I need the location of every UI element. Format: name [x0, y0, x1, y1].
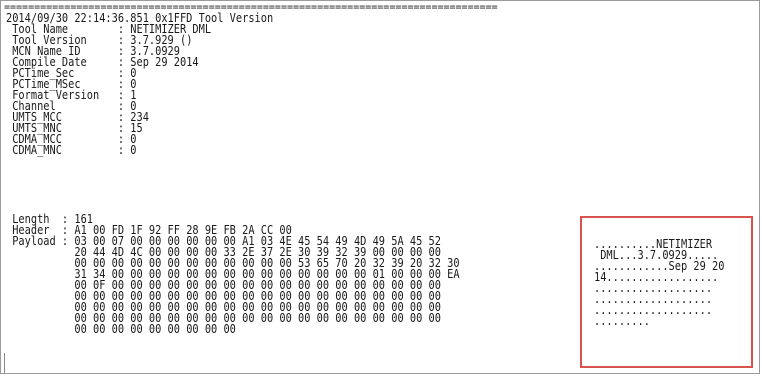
ascii-dump: ..........NETIMIZER DML...3.7.0929......… — [594, 238, 724, 328]
field-value: Sep 29 2014 — [130, 55, 199, 69]
field-label: CDMA_MNC — [6, 143, 118, 157]
log-window: ========================================… — [0, 0, 760, 374]
field-row: CDMA_MNC : 0 — [6, 143, 137, 157]
divider — [4, 353, 5, 373]
tool-version-fields: Tool Name : NETIMIZER DML Tool Version :… — [6, 23, 211, 157]
packet-dump: Length : 161 Header : A1 00 FD 1F 92 FF … — [6, 213, 460, 336]
field-value: 0 — [130, 143, 137, 157]
payload-row: 00 00 00 00 00 00 00 00 00 — [6, 322, 460, 336]
payload-bytes: 00 00 00 00 00 00 00 00 00 — [74, 322, 236, 336]
ascii-highlight-box: ..........NETIMIZER DML...3.7.0929......… — [580, 216, 753, 368]
